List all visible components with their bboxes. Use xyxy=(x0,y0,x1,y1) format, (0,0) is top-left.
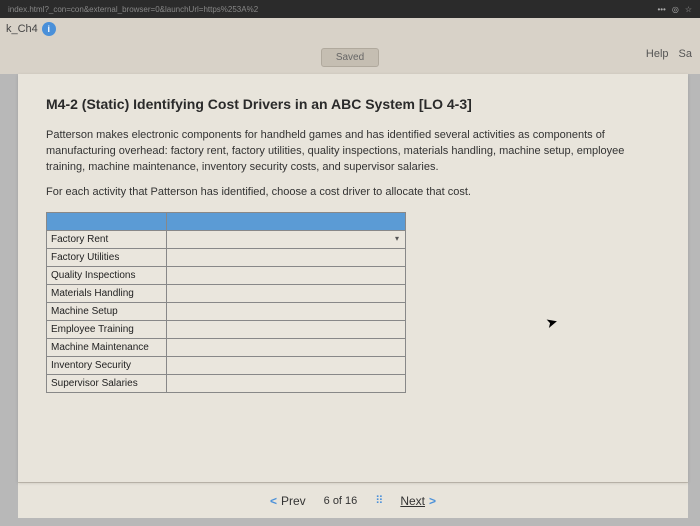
activity-cell: Quality Inspections xyxy=(47,266,167,284)
reader-icon[interactable]: ◎ xyxy=(672,5,679,14)
chevron-down-icon: ▾ xyxy=(391,233,403,245)
table-row: Factory Rent ▾ xyxy=(47,230,406,248)
table-row: Quality Inspections xyxy=(47,266,406,284)
tab-bar: k_Ch4 i xyxy=(0,18,700,40)
question-body: Patterson makes electronic components fo… xyxy=(46,128,660,176)
driver-dropdown[interactable] xyxy=(167,320,406,338)
prev-button[interactable]: < Prev xyxy=(270,494,306,508)
save-exit-link[interactable]: Sa xyxy=(679,48,692,60)
activity-table: Factory Rent ▾ Factory Utilities Quality… xyxy=(46,212,406,393)
table-row: Materials Handling xyxy=(47,284,406,302)
table-row: Supervisor Salaries xyxy=(47,374,406,392)
tab-title[interactable]: k_Ch4 xyxy=(6,23,38,35)
driver-dropdown[interactable] xyxy=(167,302,406,320)
question-title: M4-2 (Static) Identifying Cost Drivers i… xyxy=(46,96,660,112)
browser-action-icons: ••• ◎ ☆ xyxy=(657,5,692,14)
activity-cell: Factory Utilities xyxy=(47,248,167,266)
driver-dropdown[interactable] xyxy=(167,338,406,356)
chevron-left-icon: < xyxy=(270,494,277,508)
mouse-cursor-icon: ➤ xyxy=(544,313,560,332)
table-header-driver xyxy=(167,212,406,230)
table-row: Employee Training xyxy=(47,320,406,338)
saved-button[interactable]: Saved xyxy=(321,48,379,67)
table-header-activity xyxy=(47,212,167,230)
page-indicator: 6 of 16 xyxy=(324,495,358,507)
table-row: Machine Setup xyxy=(47,302,406,320)
driver-dropdown[interactable] xyxy=(167,248,406,266)
browser-address-bar: index.html?_con=con&external_browser=0&l… xyxy=(0,0,700,18)
driver-dropdown[interactable] xyxy=(167,374,406,392)
driver-dropdown[interactable]: ▾ xyxy=(167,230,406,248)
activity-cell: Machine Maintenance xyxy=(47,338,167,356)
activity-cell: Employee Training xyxy=(47,320,167,338)
driver-dropdown[interactable] xyxy=(167,266,406,284)
activity-cell: Machine Setup xyxy=(47,302,167,320)
activity-cell: Supervisor Salaries xyxy=(47,374,167,392)
url-text: index.html?_con=con&external_browser=0&l… xyxy=(8,5,657,14)
activity-cell: Inventory Security xyxy=(47,356,167,374)
table-row: Factory Utilities xyxy=(47,248,406,266)
bookmark-icon[interactable]: ☆ xyxy=(685,5,692,14)
more-icon[interactable]: ••• xyxy=(657,5,665,14)
table-row: Machine Maintenance xyxy=(47,338,406,356)
question-instruction: For each activity that Patterson has ide… xyxy=(46,186,660,198)
pagination-bar: < Prev 6 of 16 ⠿ Next > xyxy=(18,482,688,518)
info-icon[interactable]: i xyxy=(42,22,56,36)
prev-label: Prev xyxy=(281,494,306,508)
activity-cell: Factory Rent xyxy=(47,230,167,248)
next-button[interactable]: Next > xyxy=(400,494,436,508)
help-link[interactable]: Help xyxy=(646,48,669,60)
grid-icon[interactable]: ⠿ xyxy=(375,494,382,507)
activity-cell: Materials Handling xyxy=(47,284,167,302)
next-label: Next xyxy=(400,494,425,508)
chevron-right-icon: > xyxy=(429,494,436,508)
driver-dropdown[interactable] xyxy=(167,356,406,374)
table-row: Inventory Security xyxy=(47,356,406,374)
top-controls: Saved Help Sa xyxy=(0,40,700,74)
driver-dropdown[interactable] xyxy=(167,284,406,302)
question-content: M4-2 (Static) Identifying Cost Drivers i… xyxy=(18,74,688,482)
